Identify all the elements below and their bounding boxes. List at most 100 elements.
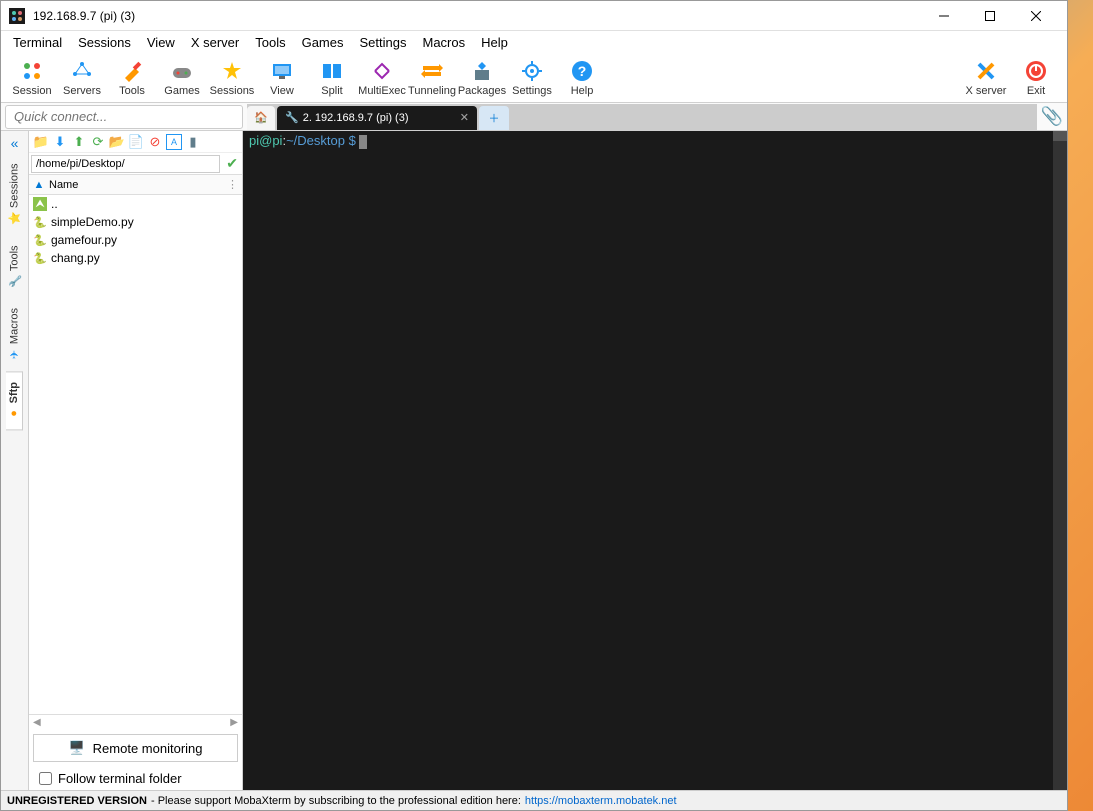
- terminal-cursor: [359, 135, 367, 149]
- maximize-button[interactable]: [967, 1, 1013, 31]
- tool-settings[interactable]: Settings: [507, 54, 557, 102]
- plus-icon: ＋: [489, 110, 500, 126]
- status-message: - Please support MobaXterm by subscribin…: [151, 795, 521, 807]
- games-icon: [171, 59, 193, 83]
- tab-bar: 🏠 🔧 2. 192.168.9.7 (pi) (3) ✕ ＋: [247, 104, 1037, 130]
- tool-packages[interactable]: Packages: [457, 54, 507, 102]
- window-title: 192.168.9.7 (pi) (3): [33, 9, 921, 23]
- tab-active-session[interactable]: 🔧 2. 192.168.9.7 (pi) (3) ✕: [277, 106, 477, 130]
- download-icon[interactable]: ⬇: [52, 134, 68, 150]
- sort-icon[interactable]: ▲: [29, 179, 49, 191]
- new-file-icon[interactable]: 📄: [128, 134, 144, 150]
- terminal-scrollbar[interactable]: [1053, 131, 1067, 790]
- tunneling-icon: [421, 59, 443, 83]
- side-tab-tools[interactable]: 🔧Tools: [6, 235, 23, 298]
- tool-split[interactable]: Split: [307, 54, 357, 102]
- split-icon: [321, 59, 343, 83]
- list-item[interactable]: ⮝..: [29, 195, 242, 213]
- menu-view[interactable]: View: [139, 33, 183, 52]
- home-icon: 🏠: [254, 111, 268, 124]
- upload-icon[interactable]: ⬆: [71, 134, 87, 150]
- new-folder-icon[interactable]: 📂: [109, 134, 125, 150]
- tool-tools[interactable]: Tools: [107, 54, 157, 102]
- tab-add[interactable]: ＋: [479, 106, 509, 130]
- sftp-path-row: ✔: [29, 153, 242, 175]
- packages-icon: [471, 59, 493, 83]
- follow-terminal-checkbox[interactable]: [39, 772, 52, 785]
- remote-monitoring-button[interactable]: 🖥️ Remote monitoring: [33, 734, 238, 762]
- minimize-button[interactable]: [921, 1, 967, 31]
- help-icon: ?: [571, 59, 593, 83]
- properties-icon[interactable]: ▮: [185, 134, 201, 150]
- folder-up-icon[interactable]: 📁: [33, 134, 49, 150]
- menu-help[interactable]: Help: [473, 33, 516, 52]
- exit-icon: [1025, 59, 1047, 83]
- monitor-icon: 🖥️: [68, 740, 84, 756]
- rename-icon[interactable]: A: [166, 134, 182, 150]
- menu-xserver[interactable]: X server: [183, 33, 247, 52]
- side-tabs: « ⭐Sessions 🔧Tools ✈Macros ●Sftp: [1, 131, 29, 790]
- tool-session[interactable]: Session: [7, 54, 57, 102]
- prompt-path: ~/Desktop $: [286, 133, 356, 148]
- multiexec-icon: [371, 59, 393, 83]
- list-item[interactable]: 🐍simpleDemo.py: [29, 213, 242, 231]
- menu-tools[interactable]: Tools: [247, 33, 293, 52]
- unregistered-label: UNREGISTERED VERSION: [7, 795, 147, 807]
- tool-multiexec[interactable]: MultiExec: [357, 54, 407, 102]
- terminal-pane[interactable]: pi@pi:~/Desktop $: [243, 131, 1067, 790]
- list-item[interactable]: 🐍gamefour.py: [29, 231, 242, 249]
- sftp-panel: 📁 ⬇ ⬆ ⟳ 📂 📄 ⊘ A ▮ ✔ ▲ Name ⋮ ⮝.. �: [29, 131, 243, 790]
- tools-small-icon: 🔧: [8, 275, 21, 288]
- svg-text:?: ?: [578, 63, 587, 79]
- tool-games[interactable]: Games: [157, 54, 207, 102]
- refresh-icon[interactable]: ⟳: [90, 134, 106, 150]
- tool-exit[interactable]: Exit: [1011, 54, 1061, 102]
- xserver-icon: [975, 59, 997, 83]
- window-controls: [921, 1, 1059, 31]
- python-file-icon: 🐍: [33, 251, 47, 265]
- star-icon: [221, 59, 243, 83]
- session-icon: [21, 59, 43, 83]
- tool-sessions-fav[interactable]: Sessions: [207, 54, 257, 102]
- tool-servers[interactable]: Servers: [57, 54, 107, 102]
- app-icon: [9, 8, 25, 24]
- menu-sessions[interactable]: Sessions: [70, 33, 139, 52]
- side-tab-macros[interactable]: ✈Macros: [6, 298, 23, 371]
- tab-close-icon[interactable]: ✕: [460, 111, 469, 124]
- quick-connect-input[interactable]: [5, 105, 243, 129]
- tool-view[interactable]: View: [257, 54, 307, 102]
- toolbar: Session Servers Tools Games Sessions Vie…: [1, 53, 1067, 103]
- sftp-list-header[interactable]: ▲ Name ⋮: [29, 175, 242, 195]
- menu-terminal[interactable]: Terminal: [5, 33, 70, 52]
- sftp-toolbar: 📁 ⬇ ⬆ ⟳ 📂 📄 ⊘ A ▮: [29, 131, 242, 153]
- settings-icon: [521, 59, 543, 83]
- tool-xserver[interactable]: X server: [961, 54, 1011, 102]
- side-tab-sessions[interactable]: ⭐Sessions: [6, 153, 23, 235]
- attach-icon[interactable]: 📎: [1037, 106, 1067, 127]
- menu-settings[interactable]: Settings: [352, 33, 415, 52]
- sftp-file-list: ⮝.. 🐍simpleDemo.py 🐍gamefour.py 🐍chang.p…: [29, 195, 242, 714]
- tool-tunneling[interactable]: Tunneling: [407, 54, 457, 102]
- menu-games[interactable]: Games: [294, 33, 352, 52]
- sftp-path-input[interactable]: [31, 155, 220, 173]
- sftp-icon: ●: [8, 408, 20, 420]
- collapse-sidebar-icon[interactable]: «: [11, 135, 19, 153]
- status-link[interactable]: https://mobaxterm.mobatek.net: [525, 795, 677, 807]
- app-window: 192.168.9.7 (pi) (3) Terminal Sessions V…: [0, 0, 1068, 811]
- tab-label: 2. 192.168.9.7 (pi) (3): [303, 112, 409, 124]
- main-area: « ⭐Sessions 🔧Tools ✈Macros ●Sftp 📁 ⬇ ⬆ ⟳…: [1, 131, 1067, 790]
- quick-connect-row: 🏠 🔧 2. 192.168.9.7 (pi) (3) ✕ ＋ 📎: [1, 103, 1067, 131]
- star-icon: ⭐: [8, 212, 21, 225]
- tool-help[interactable]: ?Help: [557, 54, 607, 102]
- column-name: Name: [49, 179, 78, 191]
- python-file-icon: 🐍: [33, 215, 47, 229]
- tab-home[interactable]: 🏠: [247, 106, 275, 130]
- side-tab-sftp[interactable]: ●Sftp: [6, 371, 23, 430]
- list-item[interactable]: 🐍chang.py: [29, 249, 242, 267]
- horizontal-scrollbar[interactable]: ◀▶: [29, 714, 242, 730]
- folder-up-icon: ⮝: [33, 197, 47, 211]
- close-button[interactable]: [1013, 1, 1059, 31]
- macros-icon: ✈: [8, 348, 21, 361]
- delete-icon[interactable]: ⊘: [147, 134, 163, 150]
- menu-macros[interactable]: Macros: [414, 33, 473, 52]
